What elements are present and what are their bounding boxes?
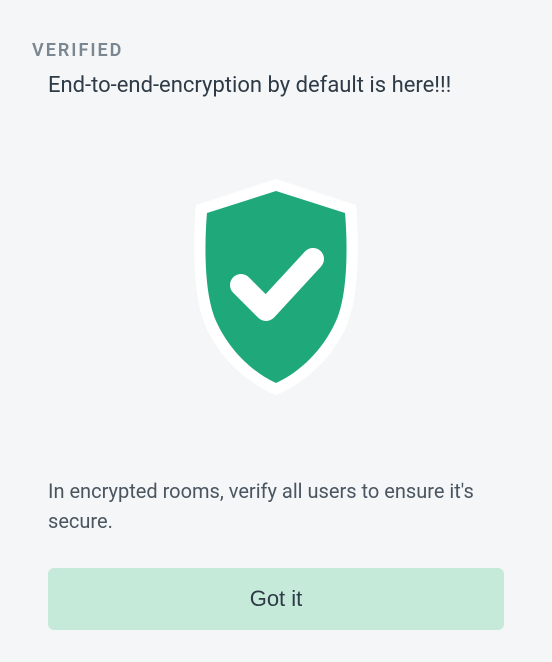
- shield-container: [32, 146, 520, 428]
- got-it-button[interactable]: Got it: [48, 568, 504, 630]
- verified-shield-icon: [171, 177, 381, 397]
- dialog-title: End-to-end-encryption by default is here…: [48, 73, 520, 98]
- dialog-description: In encrypted rooms, verify all users to …: [48, 476, 504, 536]
- verified-label: VERIFIED: [32, 40, 520, 61]
